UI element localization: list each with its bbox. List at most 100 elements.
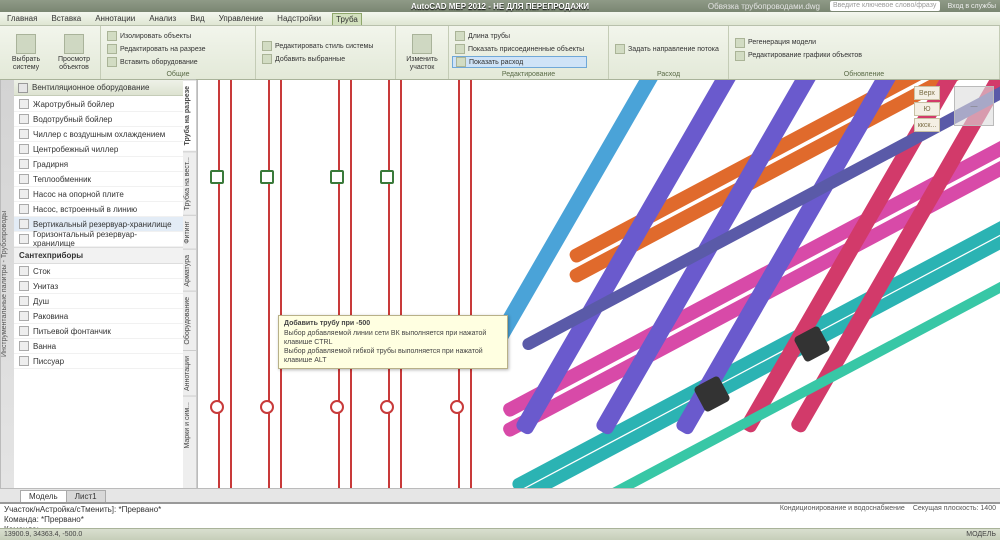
palette-item[interactable]: Жаротрубный бойлер — [14, 97, 183, 112]
add-selected-button[interactable]: Добавить выбранные — [259, 53, 376, 65]
coordinates-readout: 13900.9, 34363.4, -500.0 — [4, 531, 82, 538]
ribbon-group-modify: Длина трубы Показать присоединенные объе… — [449, 26, 609, 79]
flow-icon — [456, 57, 466, 67]
palette-item[interactable]: Центробежный чиллер — [14, 142, 183, 157]
palette-tab[interactable]: Оборудование — [183, 291, 196, 350]
view-wcs-badge[interactable]: ккск... — [914, 118, 940, 132]
tool-icon — [19, 189, 29, 199]
tool-icon — [19, 326, 29, 336]
tooltip-title: Добавить трубу при -500 — [284, 319, 502, 328]
drawing-canvas[interactable]: Верх Ю ккск... — Добавить трубу при -500… — [198, 80, 1000, 488]
palette-item[interactable]: Унитаз — [14, 279, 183, 294]
tool-icon — [19, 144, 29, 154]
plan-view-2d — [198, 80, 498, 488]
palette-item[interactable]: Градирня — [14, 157, 183, 172]
menu-manage[interactable]: Управление — [216, 13, 266, 24]
ribbon: Выбрать систему Просмотр объектов Изолир… — [0, 26, 1000, 80]
edit-graphics-button[interactable]: Редактирование графики объектов — [732, 50, 865, 62]
palette-tabs: Труба на разрезе Трубка на вест... Фитин… — [183, 80, 197, 488]
edit-style-button[interactable]: Редактировать стиль системы — [259, 40, 376, 52]
category-icon — [18, 83, 28, 93]
palette-header: Вентиляционное оборудование — [14, 80, 183, 96]
tool-icon — [19, 341, 29, 351]
segment-icon — [412, 34, 432, 54]
login-link[interactable]: Вход в службы — [948, 3, 996, 10]
system-icon — [16, 34, 36, 54]
palette-title-strip[interactable]: Инструментальные палитры - Трубопроводы — [0, 80, 14, 488]
palette-item[interactable]: Сток — [14, 264, 183, 279]
section-icon — [107, 44, 117, 54]
layout-tabs: Модель Лист1 — [0, 488, 1000, 502]
palette-tab[interactable]: Труба на разрезе — [183, 80, 196, 151]
view-objects-button[interactable]: Просмотр объектов — [51, 32, 97, 74]
show-connected-button[interactable]: Показать присоединенные объекты — [452, 43, 587, 55]
tool-icon — [19, 311, 29, 321]
tool-icon — [19, 296, 29, 306]
search-input[interactable]: Введите ключевое слово/фразу — [830, 1, 940, 11]
isolate-icon — [107, 31, 117, 41]
palette-item[interactable]: Писсуар — [14, 354, 183, 369]
ribbon-group-segment: Изменить участок — [396, 26, 449, 79]
palette-section-fixtures: Сантехприборы — [14, 247, 183, 264]
select-system-button[interactable]: Выбрать систему — [3, 32, 49, 74]
cutplane-label: Секущая плоскость: 1400 — [913, 505, 996, 512]
palette-tab[interactable]: Трубка на вест... — [183, 151, 196, 215]
layout-tab-sheet1[interactable]: Лист1 — [66, 490, 106, 502]
menu-home[interactable]: Главная — [4, 13, 40, 24]
modify-segment-button[interactable]: Изменить участок — [399, 32, 445, 74]
palette-item[interactable]: Насос, встроенный в линию — [14, 202, 183, 217]
palette-tab[interactable]: Марки и сим... — [183, 396, 196, 454]
menu-insert[interactable]: Вставка — [48, 13, 84, 24]
view-orientation-badges[interactable]: Верх Ю ккск... — [914, 86, 940, 132]
view-south-badge[interactable]: Ю — [914, 102, 940, 116]
palette-item[interactable]: Душ — [14, 294, 183, 309]
ribbon-group-update: Регенерация модели Редактирование график… — [729, 26, 1000, 79]
show-flow-button[interactable]: Показать расход — [452, 56, 587, 68]
tool-icon — [19, 234, 29, 244]
palette-tab[interactable]: Аннотации — [183, 350, 196, 396]
tool-icon — [19, 159, 29, 169]
insert-equipment-button[interactable]: Вставить оборудование — [104, 56, 209, 68]
tool-icon — [19, 114, 29, 124]
tool-icon — [19, 204, 29, 214]
layout-tab-model[interactable]: Модель — [20, 490, 67, 502]
tool-icon — [19, 281, 29, 291]
palette-tab[interactable]: Фитинг — [183, 215, 196, 249]
menu-bar: Главная Вставка Аннотации Анализ Вид Упр… — [0, 12, 1000, 26]
regenerate-model-button[interactable]: Регенерация модели — [732, 37, 865, 49]
palette-item[interactable]: Горизонтальный резервуар-хранилище — [14, 232, 183, 247]
space-indicator[interactable]: МОДЕЛЬ — [966, 531, 996, 538]
isolate-objects-button[interactable]: Изолировать объекты — [104, 30, 209, 42]
view-top-badge[interactable]: Верх — [914, 86, 940, 100]
tooltip-line: Выбор добавляемой линии сети ВК выполняе… — [284, 329, 502, 347]
menu-analyze[interactable]: Анализ — [146, 13, 179, 24]
objects-icon — [64, 34, 84, 54]
palette-item[interactable]: Ванна — [14, 339, 183, 354]
app-title: AutoCAD MEP 2012 - НЕ ДЛЯ ПЕРЕПРОДАЖИ — [411, 2, 589, 11]
tool-icon — [19, 219, 29, 229]
palette-item[interactable]: Водотрубный бойлер — [14, 112, 183, 127]
tool-icon — [19, 129, 29, 139]
menu-annotate[interactable]: Аннотации — [92, 13, 138, 24]
menu-view[interactable]: Вид — [187, 13, 207, 24]
palette-item[interactable]: Теплообменник — [14, 172, 183, 187]
tool-icon — [19, 99, 29, 109]
palette-tab[interactable]: Арматура — [183, 249, 196, 292]
pipe-length-button[interactable]: Длина трубы — [452, 30, 587, 42]
direction-icon — [615, 44, 625, 54]
palette-item[interactable]: Чиллер с воздушным охлаждением — [14, 127, 183, 142]
status-bar: 13900.9, 34363.4, -500.0 МОДЕЛЬ — [0, 528, 1000, 540]
palette-item[interactable]: Раковина — [14, 309, 183, 324]
palette-item[interactable]: Питьевой фонтанчик — [14, 324, 183, 339]
workspace-label: Кондиционирование и водоснабжение — [780, 505, 905, 512]
view-cube[interactable]: — — [954, 86, 994, 126]
tool-palette: Инструментальные палитры - Трубопроводы … — [0, 80, 198, 488]
tool-icon — [19, 266, 29, 276]
palette-item[interactable]: Насос на опорной плите — [14, 187, 183, 202]
title-bar: AutoCAD MEP 2012 - НЕ ДЛЯ ПЕРЕПРОДАЖИ Об… — [0, 0, 1000, 12]
menu-addins[interactable]: Надстройки — [274, 13, 324, 24]
set-flow-direction-button[interactable]: Задать направление потока — [612, 43, 722, 55]
palette-list: Жаротрубный бойлер Водотрубный бойлер Чи… — [14, 96, 183, 370]
menu-pipe-contextual[interactable]: Труба — [332, 13, 362, 25]
edit-in-section-button[interactable]: Редактировать на разрезе — [104, 43, 209, 55]
